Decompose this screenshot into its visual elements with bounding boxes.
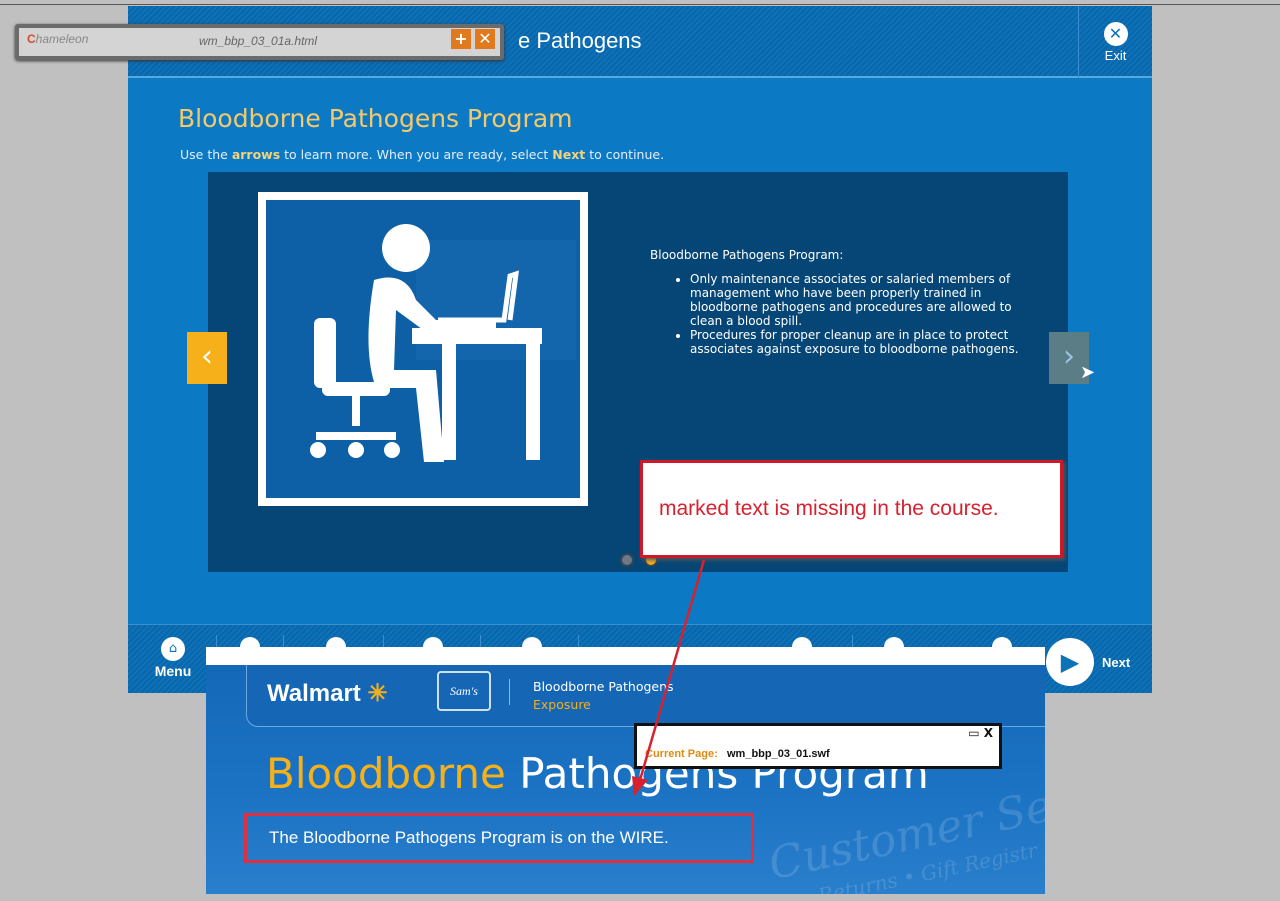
chameleon-toolbar: Chameleon wm_bbp_03_01a.html + ✕ — [15, 24, 504, 60]
page-instruction: Use the arrows to learn more. When you a… — [180, 147, 665, 162]
popup-controls[interactable]: ▭ X — [968, 726, 993, 740]
walmart-spark-icon: ✳ — [367, 680, 388, 707]
current-page-label: Current Page: — [645, 748, 718, 760]
next-label: Next — [1102, 655, 1131, 670]
course-title: e Pathogens — [518, 28, 642, 53]
close-button[interactable]: ✕ — [475, 29, 495, 49]
slide-text: Bloodborne Pathogens Program: Only maint… — [650, 248, 1030, 356]
reference-subtitle: Bloodborne Pathogens — [533, 679, 674, 694]
play-icon: ▶ — [1060, 648, 1080, 676]
reference-header: Walmart ✳ Sam's Bloodborne Pathogens Exp… — [246, 665, 1045, 727]
pager-dot-1[interactable] — [620, 553, 634, 567]
reference-screenshot-body: Walmart ✳ Sam's Bloodborne Pathogens Exp… — [206, 665, 1045, 894]
current-page-popup: ▭ X Current Page: wm_bbp_03_01.swf — [634, 723, 1002, 769]
annotation-text: marked text is missing in the course. — [659, 497, 999, 520]
course-player: e Pathogens ✕ Exit Bloodborne Pathogens … — [128, 6, 1152, 693]
expand-button[interactable]: + — [451, 29, 471, 49]
plus-icon: + — [454, 29, 468, 48]
person-at-laptop-icon — [266, 200, 580, 498]
current-page-value: wm_bbp_03_01.swf — [727, 748, 830, 760]
exit-label: Exit — [1104, 48, 1127, 63]
reference-subtitle-accent: Exposure — [533, 697, 591, 712]
chameleon-file-name: wm_bbp_03_01a.html — [199, 34, 318, 48]
chevron-left-icon: ‹ — [201, 339, 213, 374]
slide-bullet-list: Only maintenance associates or salaried … — [650, 272, 1030, 356]
header-divider — [509, 679, 510, 705]
page-heading: Bloodborne Pathogens Program — [178, 104, 573, 133]
person-at-desk-illustration — [266, 200, 580, 498]
sams-club-logo: Sam's — [437, 671, 491, 711]
previous-arrow-button[interactable]: ‹ — [187, 332, 227, 384]
slide-bullet: Procedures for proper cleanup are in pla… — [690, 328, 1030, 356]
window-top-line — [0, 4, 1280, 5]
slide-text-heading: Bloodborne Pathogens Program: — [650, 248, 844, 262]
close-icon: ✕ — [478, 29, 492, 48]
slide-bullet: Only maintenance associates or salaried … — [690, 272, 1030, 328]
reference-screenshot: Walmart ✳ Sam's Bloodborne Pathogens Exp… — [206, 647, 1045, 894]
missing-text-highlight: The Bloodborne Pathogens Program is on t… — [244, 813, 754, 863]
chevron-right-icon: › — [1063, 339, 1075, 374]
slide-image-frame — [258, 192, 588, 506]
home-icon: ⌂ — [161, 637, 185, 661]
menu-button[interactable]: ⌂ Menu — [148, 637, 198, 679]
walmart-logo: Walmart ✳ — [267, 680, 388, 707]
missing-text: The Bloodborne Pathogens Program is on t… — [269, 828, 669, 847]
exit-button[interactable]: ✕ Exit — [1078, 6, 1152, 78]
menu-label: Menu — [154, 663, 192, 679]
chameleon-logo-icon: C — [27, 32, 36, 46]
next-button[interactable]: ▶ — [1046, 638, 1094, 686]
chameleon-toolbar-body: Chameleon wm_bbp_03_01a.html + ✕ — [19, 28, 500, 56]
annotation-callout: marked text is missing in the course. — [640, 460, 1063, 558]
mouse-cursor-icon: ➤ — [1080, 362, 1096, 383]
close-icon: ✕ — [1103, 22, 1128, 46]
chameleon-logo: Chameleon — [27, 32, 89, 46]
